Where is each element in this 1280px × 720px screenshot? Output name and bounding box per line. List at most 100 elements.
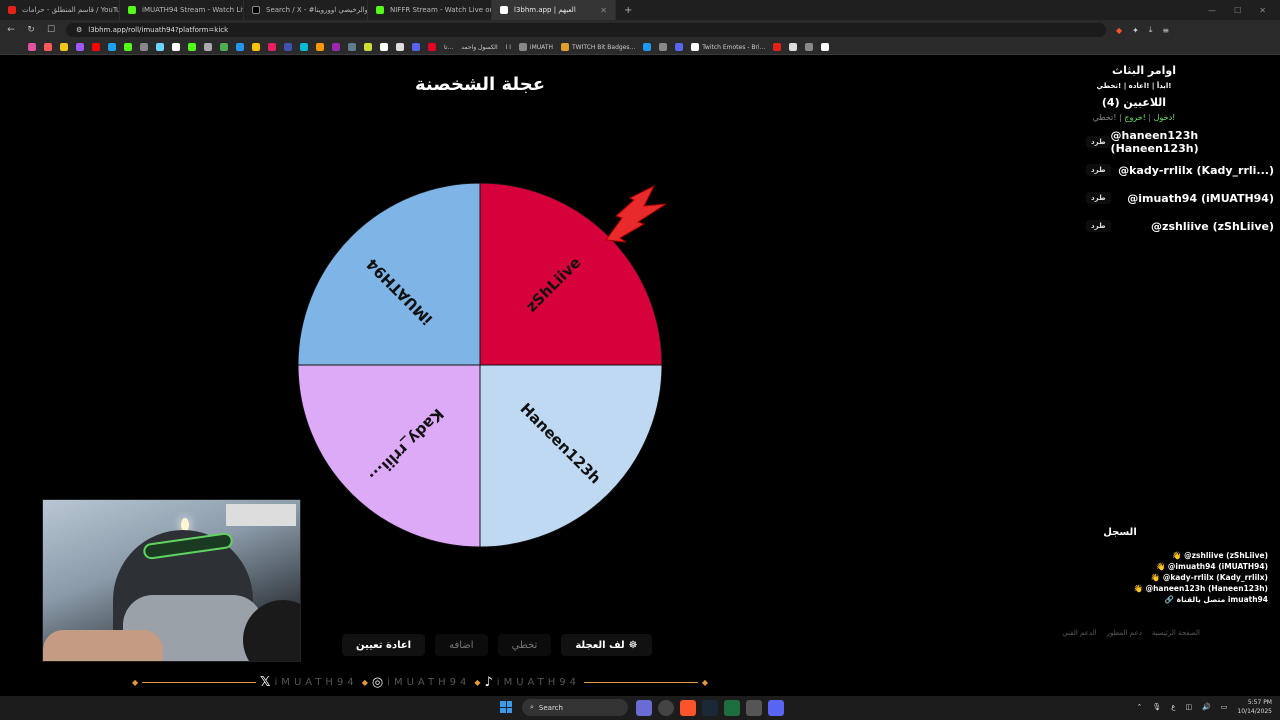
- excel-icon[interactable]: [724, 700, 740, 716]
- tab-kick-niffr[interactable]: NIFFR Stream - Watch Live on Kick: [368, 0, 492, 20]
- bookmark-icon[interactable]: [396, 43, 404, 51]
- spin-button[interactable]: ☸ لف العجلة: [561, 634, 652, 656]
- divider: [583, 681, 698, 683]
- download-icon[interactable]: ⤓: [1149, 25, 1153, 35]
- bookmark-icon[interactable]: [316, 43, 324, 51]
- bookmark-icon[interactable]: [348, 43, 356, 51]
- player-row: طرد @zshliive (zShLiive): [1078, 212, 1274, 240]
- bookmark-icon[interactable]: [284, 43, 292, 51]
- log-entry: 👋 @kady-rrlilx (Kady_rrlilx): [1150, 573, 1268, 582]
- network-icon[interactable]: ◫: [1185, 703, 1192, 711]
- player-name: @zshliive (zShLiive): [1151, 219, 1274, 233]
- new-tab-button[interactable]: +: [616, 5, 640, 16]
- player-row: طرد @kady-rrlilx (Kady_rrli...): [1078, 156, 1274, 184]
- maximize-icon[interactable]: ☐: [1234, 6, 1241, 15]
- bookmark-icon[interactable]: [204, 43, 212, 51]
- bookmarks-bar: تا... الكسول واحمد ا ا iMUATH TWITCH Bit…: [0, 40, 1280, 55]
- bookmark-icon[interactable]: [364, 43, 372, 51]
- bookmark-icon[interactable]: [156, 43, 164, 51]
- mic-icon[interactable]: 🎙: [1152, 703, 1161, 711]
- bookmark-icon[interactable]: [220, 43, 228, 51]
- reset-button[interactable]: اعادة تعيين: [342, 634, 426, 656]
- clock[interactable]: 5:57 PM 10/14/2025: [1237, 698, 1272, 716]
- bookmark-icon[interactable]: [108, 43, 116, 51]
- bookmark-item[interactable]: Twitch Emotes - Bri...: [691, 43, 765, 51]
- close-icon[interactable]: ✕: [600, 6, 607, 15]
- obs-icon[interactable]: [658, 700, 674, 716]
- bookmark-icon[interactable]: [60, 43, 68, 51]
- support-dev-link[interactable]: دعم المطور: [1107, 629, 1142, 637]
- kick-button[interactable]: طرد: [1086, 164, 1111, 176]
- log-entry: 🔗 متصل بالقناة imuath94: [1164, 595, 1268, 604]
- menu-icon[interactable]: ≡: [1162, 26, 1169, 35]
- bookmark-icon[interactable]: [300, 43, 308, 51]
- windows-start-icon[interactable]: [500, 701, 512, 713]
- bookmark-icon[interactable]: [789, 43, 798, 51]
- close-window-icon[interactable]: ✕: [1259, 6, 1266, 15]
- bookmark-icon[interactable]: [172, 43, 180, 51]
- bookmark-item[interactable]: الكسول واحمد: [461, 44, 497, 51]
- player-row: طرد @haneen123h (Haneen123h): [1078, 128, 1274, 156]
- bookmark-icon[interactable]: [643, 43, 652, 51]
- back-icon[interactable]: ←: [6, 25, 16, 35]
- add-button[interactable]: اضافه: [435, 634, 488, 656]
- bookmark-icon[interactable]: [675, 43, 684, 51]
- steam-icon[interactable]: [702, 700, 718, 716]
- site-info-icon[interactable]: ⚙: [76, 26, 82, 34]
- tab-kick-imuath[interactable]: iMUATH94 Stream - Watch Live on K: [120, 0, 244, 20]
- tab-youtube[interactable]: قاسم المنطلق - حرامات / YouTube -: [0, 0, 120, 20]
- player-name: @kady-rrlilx (Kady_rrli...): [1118, 163, 1274, 177]
- kick-button[interactable]: طرد: [1086, 192, 1111, 204]
- bookmark-icon[interactable]: [380, 43, 388, 51]
- bookmark-item[interactable]: iMUATH: [518, 43, 553, 51]
- bookmark-icon[interactable]: [805, 43, 814, 51]
- bookmark-icon[interactable]: [28, 43, 36, 51]
- bookmark-item[interactable]: TWITCH Bit Badges...: [560, 43, 635, 51]
- bookmark-icon[interactable]: [773, 43, 782, 51]
- bookmark-icon[interactable]: [332, 43, 340, 51]
- extensions-icon[interactable]: ✦: [1132, 26, 1139, 35]
- bookmark-item[interactable]: ا ا: [506, 44, 511, 51]
- bookmark-item[interactable]: تا...: [444, 44, 453, 51]
- tab-title: iMUATH94 Stream - Watch Live on K: [142, 6, 243, 14]
- skip-button[interactable]: تخطي: [497, 634, 552, 656]
- tab-l3bhm[interactable]: l3bhm.app | العبهم ✕: [492, 0, 616, 20]
- reload-icon[interactable]: ↻: [26, 25, 36, 35]
- bookmark-icon[interactable]: [188, 43, 196, 51]
- discord-icon[interactable]: [768, 700, 784, 716]
- task-view-icon[interactable]: [636, 700, 652, 716]
- minimize-icon[interactable]: —: [1208, 6, 1216, 15]
- keyboard-lang-icon[interactable]: ع: [1171, 703, 1175, 711]
- tab-x-search[interactable]: Search / X - #ضحالتي والرخيصي اووروينا: [244, 0, 368, 20]
- bookmark-icon[interactable]: [76, 43, 84, 51]
- bookmark-icon[interactable]: [44, 43, 52, 51]
- tech-support-link[interactable]: الدعم الفني: [1062, 629, 1096, 637]
- log-entry: 👋 @imuath94 (iMUATH94): [1155, 562, 1268, 571]
- app-icon[interactable]: [746, 700, 762, 716]
- streamer-arm: [43, 630, 163, 661]
- volume-icon[interactable]: 🔊: [1202, 703, 1211, 711]
- bookmark-icon[interactable]: [821, 43, 830, 51]
- chevron-up-icon[interactable]: ⌃: [1136, 703, 1142, 711]
- bookmark-icon[interactable]: [412, 43, 420, 51]
- bookmark-icon[interactable]: [268, 43, 276, 51]
- brave-shield-icon[interactable]: ◆: [1116, 26, 1122, 35]
- bookmark-icon[interactable]: [659, 43, 668, 51]
- brave-icon[interactable]: [680, 700, 696, 716]
- taskbar-search[interactable]: ⌕ Search: [522, 699, 628, 716]
- log-title: السجل: [1103, 527, 1137, 538]
- bookmark-icon[interactable]: ☐: [46, 25, 56, 35]
- kick-button[interactable]: طرد: [1086, 136, 1111, 148]
- bookmark-icon[interactable]: [252, 43, 260, 51]
- home-link[interactable]: الصفحة الرئيسية: [1152, 629, 1200, 637]
- tab-title: NIFFR Stream - Watch Live on Kick: [390, 6, 491, 14]
- address-bar[interactable]: ⚙ l3bhm.app/roll/imuath94?platform=kick: [66, 23, 1106, 37]
- battery-icon[interactable]: ▭: [1221, 703, 1228, 711]
- bookmark-icon[interactable]: [124, 43, 132, 51]
- bookmark-icon[interactable]: [236, 43, 244, 51]
- bookmark-icon[interactable]: [428, 43, 436, 51]
- bookmark-icon[interactable]: [140, 43, 148, 51]
- wheel-icon: ☸: [628, 639, 638, 651]
- bookmark-icon[interactable]: [92, 43, 100, 51]
- kick-button[interactable]: طرد: [1086, 220, 1111, 232]
